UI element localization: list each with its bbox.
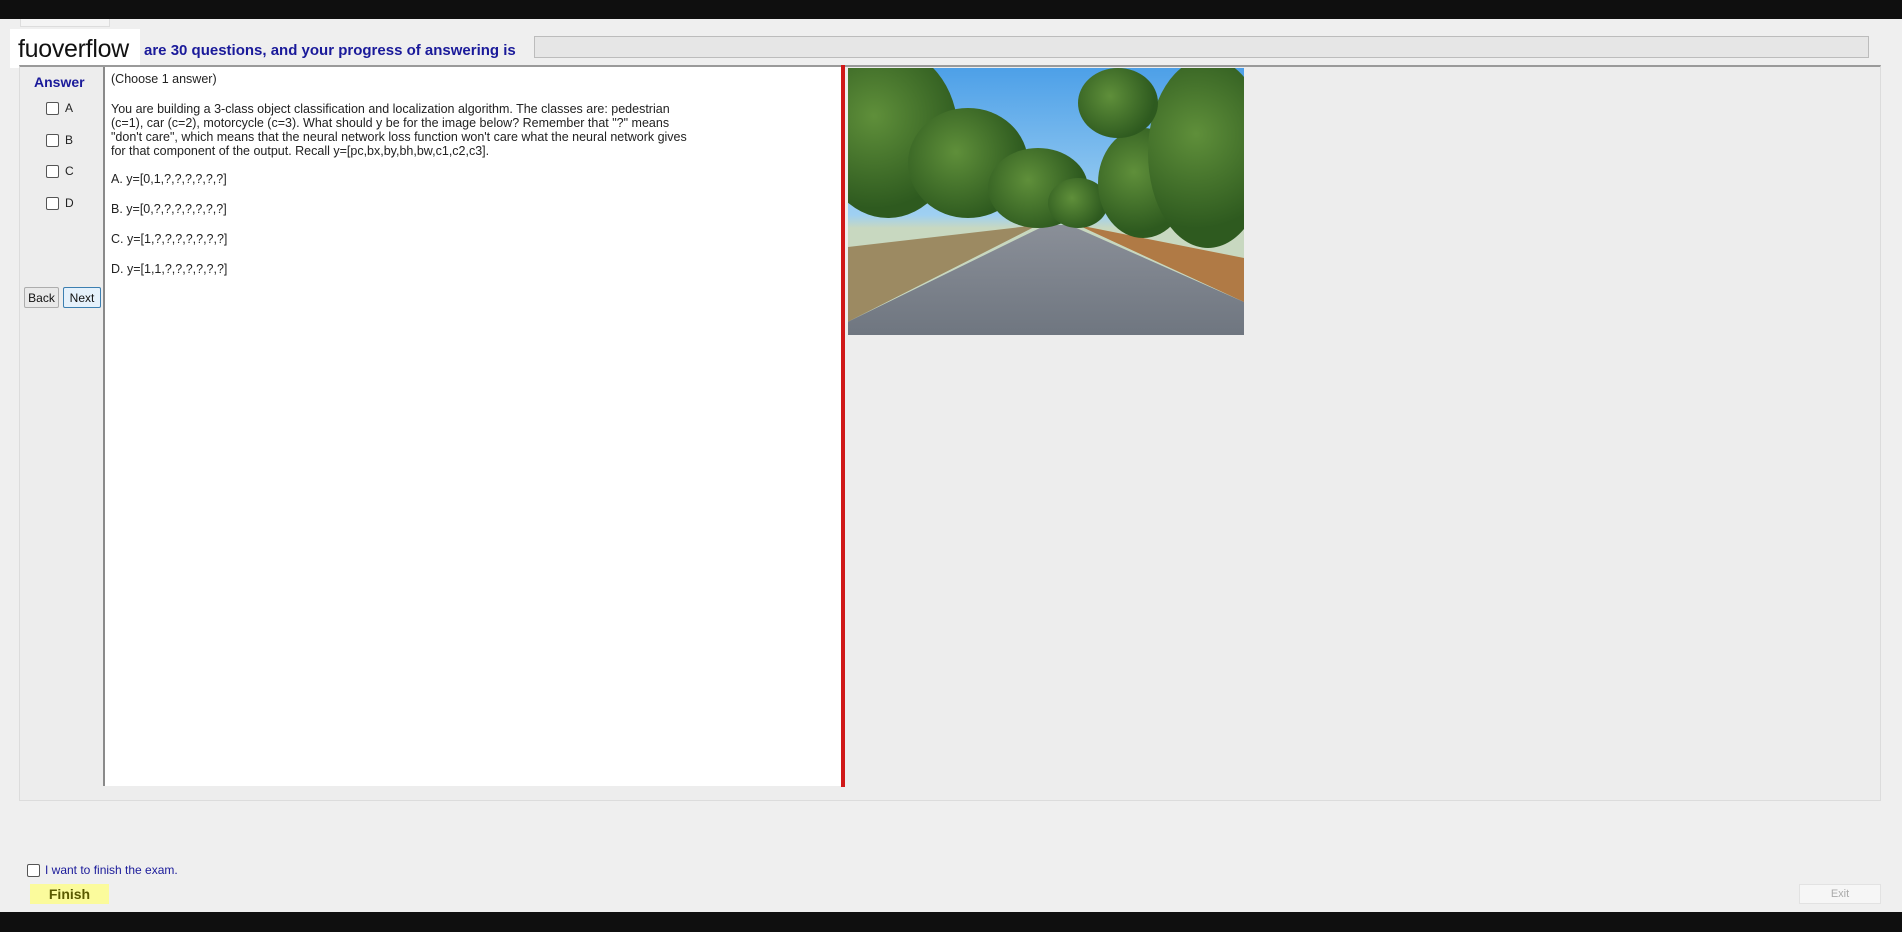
checkbox[interactable]: [27, 863, 40, 877]
answer-option-d[interactable]: D: [46, 196, 74, 210]
progress-bar: [534, 36, 1869, 58]
choice-b: B. y=[0,?,?,?,?,?,?,?]: [111, 202, 227, 216]
next-button[interactable]: Next: [63, 287, 101, 308]
choice-c: C. y=[1,?,?,?,?,?,?,?]: [111, 232, 228, 246]
finish-exam-label: I want to finish the exam.: [45, 863, 178, 877]
finish-exam-checkbox[interactable]: I want to finish the exam.: [27, 863, 178, 877]
splitter[interactable]: [841, 65, 845, 787]
answer-option-b[interactable]: B: [46, 133, 73, 147]
question-panel: (Choose 1 answer) You are building a 3-c…: [103, 67, 841, 786]
question-instruction: (Choose 1 answer): [111, 72, 217, 86]
checkbox[interactable]: [46, 133, 59, 147]
back-button[interactable]: Back: [24, 287, 59, 308]
checkbox[interactable]: [46, 101, 59, 115]
option-label: B: [65, 133, 74, 147]
option-label: D: [65, 196, 74, 210]
answer-label: Answer: [34, 74, 85, 90]
logo: fuoverflow: [10, 29, 140, 68]
question-text: You are building a 3-class object classi…: [111, 102, 687, 158]
option-label: C: [65, 164, 74, 178]
answer-option-c[interactable]: C: [46, 164, 74, 178]
top-bar: [0, 0, 1902, 19]
choice-a: A. y=[0,1,?,?,?,?,?,?]: [111, 172, 227, 186]
option-label: A: [65, 101, 74, 115]
checkbox[interactable]: [46, 164, 59, 178]
progress-text: are 30 questions, and your progress of a…: [144, 42, 516, 59]
bottom-bar: [0, 912, 1902, 932]
checkbox[interactable]: [46, 196, 59, 210]
finish-button[interactable]: Finish: [30, 884, 109, 904]
tab-stub: [20, 19, 110, 27]
choice-d: D. y=[1,1,?,?,?,?,?,?]: [111, 262, 228, 276]
question-image: [848, 68, 1244, 335]
exit-button[interactable]: Exit: [1799, 884, 1881, 904]
answer-option-a[interactable]: A: [46, 101, 73, 115]
